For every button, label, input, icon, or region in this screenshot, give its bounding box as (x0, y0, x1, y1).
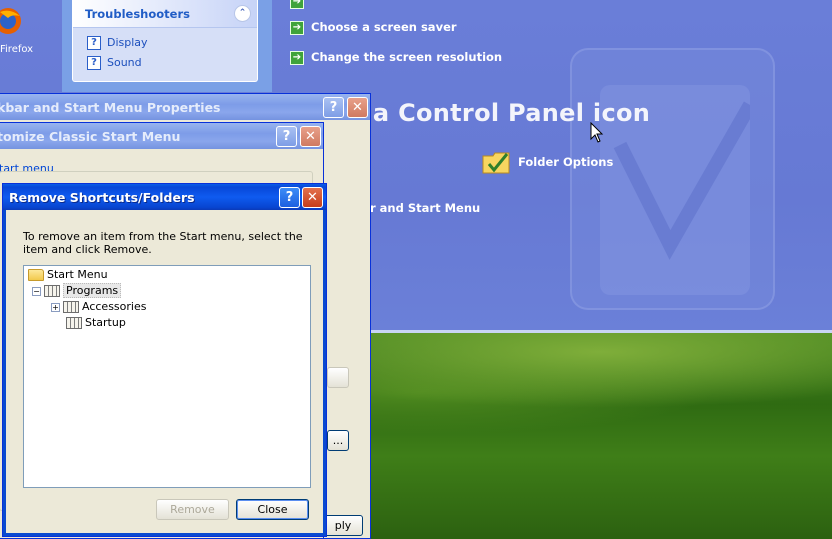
troubleshooters-title: Troubleshooters (85, 7, 190, 21)
folder-icon (28, 269, 44, 281)
collapse-chevron-icon[interactable]: ⌃ (234, 5, 251, 22)
tree-item-start-menu[interactable]: Start Menu (28, 268, 108, 284)
pick-control-panel-icon-heading: k a Control Panel icon (348, 99, 651, 127)
window-frame (3, 533, 326, 536)
window-frame (323, 210, 326, 536)
remove-button[interactable]: Remove (156, 499, 229, 520)
help-button[interactable]: ? (323, 97, 344, 118)
tree-item-label: Startup (85, 316, 126, 329)
tree-item-startup[interactable]: Startup (66, 316, 126, 332)
task-screen-resolution-link[interactable]: ➔ Change the screen resolution (290, 50, 502, 65)
window-title: kbar and Start Menu Properties (0, 100, 221, 115)
troubleshooter-display-label: Display (107, 36, 148, 49)
programs-folder-icon (44, 285, 60, 297)
close-button[interactable]: ✕ (347, 97, 368, 118)
task-screen-resolution-label: Change the screen resolution (311, 50, 503, 64)
green-arrow-icon: ➔ (290, 0, 304, 9)
close-button[interactable]: ✕ (302, 187, 323, 208)
ellipsis-button[interactable]: ... (327, 430, 349, 451)
green-arrow-icon: ➔ (290, 20, 304, 35)
tree-item-label: Programs (63, 283, 122, 298)
troubleshooter-sound-link[interactable]: ? Sound (87, 56, 142, 72)
tree-item-accessories[interactable]: + Accessories (51, 300, 146, 316)
remove-dialog-titlebar[interactable]: Remove Shortcuts/Folders ? ✕ (3, 184, 326, 210)
mouse-pointer-icon (590, 121, 604, 144)
task-desktop-background-link[interactable]: ➔ (290, 0, 311, 9)
help-icon: ? (87, 56, 101, 70)
customize-titlebar[interactable]: tomize Classic Start Menu ? ✕ (0, 123, 323, 149)
start-menu-tree[interactable]: Start Menu − Programs + Accessories Startu… (23, 265, 311, 488)
task-screen-saver-label: Choose a screen saver (311, 20, 457, 34)
folder-options-label: Folder Options (518, 155, 614, 169)
close-button[interactable]: ✕ (300, 126, 321, 147)
remove-shortcuts-dialog[interactable]: Remove Shortcuts/Folders ? ✕ To remove a… (2, 183, 327, 537)
help-icon: ? (87, 36, 101, 50)
programs-folder-icon (63, 301, 79, 313)
expand-tree-icon[interactable]: + (51, 302, 60, 312)
firefox-icon[interactable] (0, 6, 22, 36)
window-title: Remove Shortcuts/Folders (9, 190, 195, 205)
tree-item-label: Start Menu (47, 268, 108, 281)
firefox-label: Firefox (0, 44, 34, 55)
folder-options-item[interactable]: Folder Options (481, 148, 613, 179)
help-button[interactable]: ? (276, 126, 297, 147)
control-panel-bottom-edge (370, 330, 832, 333)
tree-item-label: Accessories (82, 300, 147, 313)
taskbar-start-menu-category-link[interactable]: r and Start Menu (370, 201, 480, 215)
troubleshooters-panel: Troubleshooters ⌃ ? Display ? Sound (72, 0, 258, 82)
task-screen-saver-link[interactable]: ➔ Choose a screen saver (290, 20, 457, 35)
troubleshooter-display-link[interactable]: ? Display (87, 36, 148, 52)
troubleshooter-sound-label: Sound (107, 56, 142, 69)
close-dialog-button[interactable]: Close (236, 499, 309, 520)
apply-button[interactable]: ply (323, 515, 363, 536)
tree-item-programs[interactable]: − Programs (32, 283, 122, 300)
programs-folder-icon (66, 317, 82, 329)
green-arrow-icon: ➔ (290, 50, 304, 65)
help-button[interactable]: ? (279, 187, 300, 208)
taskbar-properties-titlebar[interactable]: kbar and Start Menu Properties ? ✕ (0, 94, 370, 120)
collapse-tree-icon[interactable]: − (32, 286, 41, 296)
troubleshooters-header[interactable]: Troubleshooters ⌃ (73, 0, 257, 28)
instructions-text: To remove an item from the Start menu, s… (23, 230, 303, 256)
folder-options-icon (482, 152, 510, 174)
settings-button[interactable] (327, 367, 349, 388)
window-title: tomize Classic Start Menu (0, 129, 181, 144)
